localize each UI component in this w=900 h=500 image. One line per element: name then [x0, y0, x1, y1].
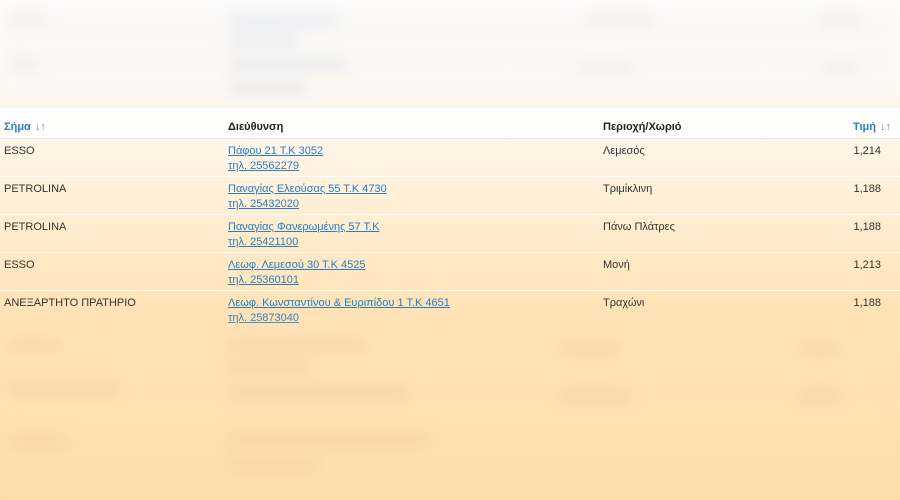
station-address-link[interactable]: Λεωφ. Κωνσταντίνου & Ευριπίδου 1 Τ.Κ 465…	[228, 296, 450, 311]
blurred-text	[820, 64, 860, 74]
address-cell: Παναγίας Φανερωμένης 57 Τ.Κ τηλ. 2542110…	[228, 220, 379, 250]
table-row: PETROLINA Παναγίας Φανερωμένης 57 Τ.Κ τη…	[0, 215, 900, 253]
column-header-brand[interactable]: Σήμα ↓↑	[4, 120, 46, 135]
column-header-price[interactable]: Τιμή ↓↑	[853, 120, 891, 135]
station-address-link[interactable]: Λεωφ. Λεμεσού 30 Τ.Κ 4525	[228, 258, 365, 273]
address-cell: Παναγίας Ελεούσας 55 Τ.Κ 4730 τηλ. 25432…	[228, 182, 387, 212]
blurred-text	[8, 60, 42, 70]
blurred-text	[8, 340, 58, 350]
blurred-link	[228, 436, 428, 446]
blurred-link	[228, 460, 318, 470]
station-brand: ΑΝΕΞΑΡΤΗΤΟ ΠΡΑΤΗΡΙΟ	[4, 297, 136, 309]
station-brand: ESSO	[4, 259, 35, 271]
fuel-price-table: Σήμα ↓↑ Διεύθυνση Περιοχή/Χωριό Τιμή ↓↑ ES…	[0, 108, 900, 326]
station-phone-link[interactable]: τηλ. 25873040	[228, 311, 450, 326]
station-area: Τριμίκλινη	[603, 183, 653, 195]
station-area: Λεμεσός	[603, 145, 645, 157]
fuel-price: 1,188	[853, 297, 881, 309]
fuel-price: 1,213	[853, 259, 881, 271]
blurred-link	[228, 362, 308, 372]
fuel-price: 1,188	[853, 183, 881, 195]
blurred-text	[560, 344, 620, 354]
fuel-price: 1,214	[853, 145, 881, 157]
blurred-link	[228, 84, 308, 94]
station-brand: ESSO	[4, 145, 35, 157]
address-cell: Λεωφ. Λεμεσού 30 Τ.Κ 4525 τηλ. 25360101	[228, 258, 365, 288]
table-row: ESSO Λεωφ. Λεμεσού 30 Τ.Κ 4525 τηλ. 2536…	[0, 253, 900, 291]
table-row: PETROLINA Παναγίας Ελεούσας 55 Τ.Κ 4730 …	[0, 177, 900, 215]
column-header-address: Διεύθυνση	[228, 121, 284, 133]
blurred-text	[560, 392, 630, 402]
sort-arrows-icon: ↓↑	[880, 121, 891, 133]
station-brand: PETROLINA	[4, 221, 67, 233]
blurred-table-rows-above	[0, 0, 900, 108]
station-address-link[interactable]: Παναγίας Φανερωμένης 57 Τ.Κ	[228, 220, 379, 235]
blurred-link	[228, 60, 348, 70]
station-area: Πάνω Πλάτρες	[603, 221, 675, 233]
table-header-row: Σήμα ↓↑ Διεύθυνση Περιοχή/Χωριό Τιμή ↓↑	[0, 108, 900, 139]
blurred-text	[8, 16, 48, 26]
station-phone-link[interactable]: τηλ. 25432020	[228, 197, 387, 212]
blurred-text	[820, 16, 860, 26]
station-phone-link[interactable]: τηλ. 25421100	[228, 235, 379, 250]
blurred-link	[228, 388, 408, 398]
station-address-link[interactable]: Πάφου 21 Τ.Κ 3052	[228, 144, 323, 159]
station-phone-link[interactable]: τηλ. 25360101	[228, 273, 365, 288]
address-cell: Λεωφ. Κωνσταντίνου & Ευριπίδου 1 Τ.Κ 465…	[228, 296, 450, 326]
address-cell: Πάφου 21 Τ.Κ 3052 τηλ. 25562279	[228, 144, 323, 174]
station-phone-link[interactable]: τηλ. 25562279	[228, 159, 323, 174]
table-row: ESSO Πάφου 21 Τ.Κ 3052 τηλ. 25562279 Λεμ…	[0, 139, 900, 177]
blurred-text	[8, 384, 118, 394]
blurred-link	[228, 16, 338, 26]
blurred-table-rows-below	[0, 326, 900, 500]
blurred-text	[800, 392, 840, 402]
blurred-text	[8, 438, 68, 448]
sort-arrows-icon: ↓↑	[34, 121, 46, 133]
column-header-area: Περιοχή/Χωριό	[603, 121, 682, 133]
blurred-text	[800, 344, 840, 354]
fuel-price: 1,188	[853, 221, 881, 233]
station-brand: PETROLINA	[4, 183, 67, 195]
blurred-text	[575, 64, 635, 74]
blurred-text	[585, 16, 655, 26]
blurred-link	[228, 36, 298, 46]
station-area: Μονή	[603, 259, 630, 271]
blurred-link	[228, 340, 368, 350]
table-row: ΑΝΕΞΑΡΤΗΤΟ ΠΡΑΤΗΡΙΟ Λεωφ. Κωνσταντίνου &…	[0, 291, 900, 329]
station-address-link[interactable]: Παναγίας Ελεούσας 55 Τ.Κ 4730	[228, 182, 387, 197]
station-area: Τραχώνι	[603, 297, 645, 309]
